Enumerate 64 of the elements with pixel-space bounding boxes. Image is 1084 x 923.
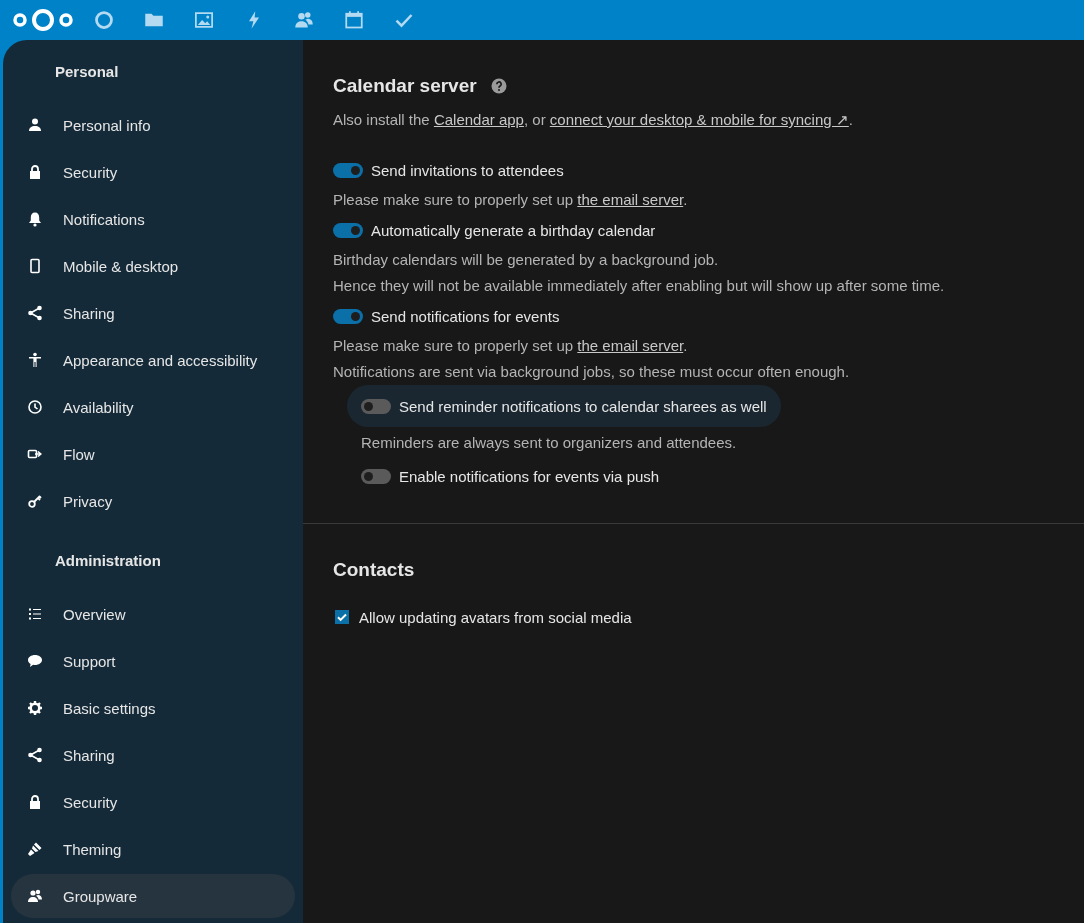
image-icon[interactable] bbox=[194, 10, 214, 30]
option-label: Send invitations to attendees bbox=[371, 161, 564, 179]
hint-text: Birthday calendars will be generated by a background job. bbox=[333, 250, 720, 270]
hint-text: Notifications are sent via background jobs, so these must occur often enough. bbox=[333, 362, 851, 382]
person-icon bbox=[27, 117, 43, 133]
option-label: Enable notifications for events via push bbox=[399, 467, 660, 485]
sidebar-item[interactable]: Appearance and accessibility bbox=[11, 338, 295, 382]
dashboard-icon[interactable] bbox=[94, 10, 114, 30]
toggle-switch[interactable] bbox=[361, 398, 391, 414]
gear-icon bbox=[27, 700, 43, 716]
lock-icon bbox=[27, 164, 43, 180]
description-text: Also install the Calendar app, or connect your desktop & mobile for syncing ↗. bbox=[333, 110, 854, 130]
speech-bubble-icon bbox=[27, 653, 43, 669]
sidebar-item[interactable]: Security bbox=[11, 150, 295, 194]
sidebar-item[interactable]: Flow bbox=[11, 432, 295, 476]
link[interactable]: Calendar app bbox=[433, 111, 524, 128]
sidebar-item[interactable]: Sharing bbox=[11, 733, 295, 777]
sidebar-item[interactable]: Security bbox=[11, 780, 295, 824]
sidebar-item[interactable]: Availability bbox=[11, 385, 295, 429]
hint-text: Hence they will not be available immediately after enabling but will show up after some time. bbox=[333, 276, 946, 296]
section-heading: Personal bbox=[54, 62, 120, 82]
calendar-icon[interactable] bbox=[344, 10, 364, 30]
checkbox[interactable] bbox=[335, 610, 349, 624]
section-title: Contacts bbox=[333, 559, 415, 581]
people-icon[interactable] bbox=[294, 10, 314, 30]
sidebar-item[interactable]: Theming bbox=[11, 827, 295, 871]
toggle-switch[interactable] bbox=[361, 468, 391, 484]
phone-icon bbox=[27, 258, 43, 274]
bell-icon bbox=[27, 211, 43, 227]
toggle-switch[interactable] bbox=[333, 222, 363, 238]
share-icon bbox=[27, 305, 43, 321]
brush-icon bbox=[27, 841, 43, 857]
logo-icon[interactable] bbox=[12, 8, 74, 32]
section-heading: Administration bbox=[54, 551, 162, 571]
sidebar-item[interactable]: Notifications bbox=[11, 197, 295, 241]
lock-icon bbox=[27, 794, 43, 810]
share-icon bbox=[27, 747, 43, 763]
hint-text: Please make sure to properly set up the email server. bbox=[333, 336, 689, 356]
link[interactable]: the email server bbox=[577, 191, 684, 208]
sidebar-item[interactable]: Personal info bbox=[11, 103, 295, 147]
clock-icon bbox=[27, 399, 43, 415]
people-icon bbox=[27, 888, 43, 904]
accessibility-icon bbox=[27, 352, 43, 368]
key-icon bbox=[27, 493, 43, 509]
sidebar-item[interactable]: Support bbox=[11, 639, 295, 683]
toggle-switch[interactable] bbox=[333, 308, 363, 324]
sidebar-item[interactable]: Mobile & desktop bbox=[11, 244, 295, 288]
option-label: Automatically generate a birthday calendar bbox=[371, 221, 656, 239]
option-label: Allow updating avatars from social media bbox=[359, 608, 632, 626]
sidebar-item[interactable]: Sharing bbox=[11, 291, 295, 335]
link[interactable]: connect your desktop & mobile for syncing ↗ bbox=[549, 111, 849, 128]
sidebar-item[interactable]: Basic settings bbox=[11, 686, 295, 730]
toggle-switch[interactable] bbox=[333, 162, 363, 178]
option-label: Send notifications for events bbox=[371, 307, 560, 325]
sidebar-item[interactable]: Privacy bbox=[11, 479, 295, 523]
hint-text: Please make sure to properly set up the email server. bbox=[333, 190, 689, 210]
section-title: Calendar server bbox=[333, 75, 477, 97]
sidebar-item[interactable]: Groupware bbox=[11, 874, 295, 918]
help-icon[interactable] bbox=[490, 78, 507, 94]
option-label: Send reminder notifications to calendar sharees as well bbox=[399, 397, 767, 415]
list-icon bbox=[27, 606, 43, 622]
hint-text: Reminders are always sent to organizers and attendees. bbox=[361, 433, 738, 453]
sidebar-item[interactable]: Overview bbox=[11, 592, 295, 636]
link[interactable]: the email server bbox=[577, 337, 684, 354]
